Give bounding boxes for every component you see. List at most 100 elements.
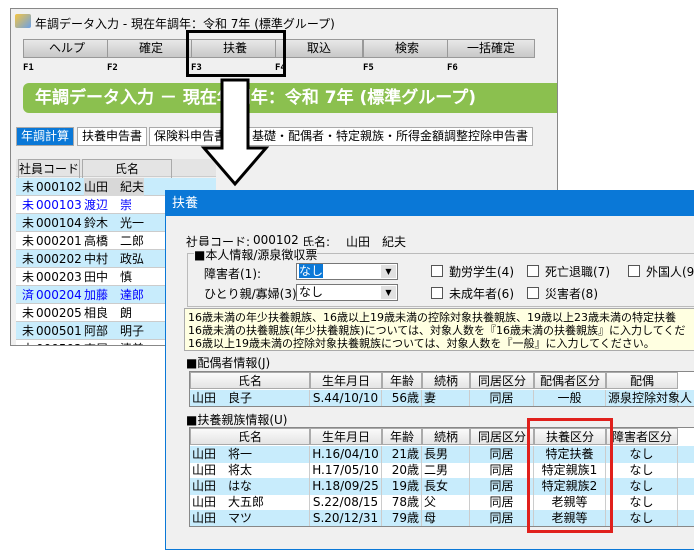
code-cell: 000201: [36, 234, 82, 248]
column-header[interactable]: 年齢: [382, 428, 422, 445]
checkbox-0[interactable]: [431, 265, 443, 277]
table-cell: 20歳: [382, 462, 422, 478]
code-cell: 000501: [36, 324, 82, 338]
toolbar-button-3[interactable]: 取込: [275, 39, 363, 58]
table-cell: なし: [606, 478, 678, 494]
tab-1[interactable]: 扶養申告書: [77, 127, 148, 146]
app-icon: [15, 14, 31, 28]
toolbar-button-5[interactable]: 一括確定: [447, 39, 535, 58]
checkbox-4[interactable]: [527, 287, 539, 299]
checkbox-1[interactable]: [527, 265, 539, 277]
disability-value: なし: [299, 264, 324, 278]
column-header[interactable]: 生年月日: [310, 372, 382, 389]
checkbox-label: 死亡退職(7): [545, 265, 610, 279]
table-cell: H.17/05/10: [310, 462, 382, 478]
disability-select[interactable]: なし ▼: [296, 263, 398, 280]
chevron-down-icon: ▼: [381, 286, 396, 299]
column-header[interactable]: 続柄: [422, 372, 470, 389]
column-header[interactable]: 続柄: [422, 428, 470, 445]
table-header: 氏名 生年月日 年齢 続柄 同居区分 扶養区分 障害者区分: [190, 428, 694, 445]
dependent-type-highlight-box: [527, 418, 613, 533]
checkbox-3[interactable]: [431, 287, 443, 299]
column-header[interactable]: 配偶: [606, 372, 678, 389]
status-cell: 未: [22, 270, 35, 284]
table-cell: 山田 将一: [190, 446, 310, 462]
name-cell: 阿部 明子: [84, 324, 145, 338]
table-cell: 19歳: [382, 478, 422, 494]
table-row[interactable]: 山田 マツ S.20/12/31 79歳母同居 老親等 なし: [190, 510, 694, 526]
spouse-table: 氏名 生年月日 年齢 続柄 同居区分 配偶者区分 配偶 山田 良子 S.44/10/10 56歳妻…: [189, 371, 694, 407]
table-cell: S.20/12/31: [310, 510, 382, 526]
table-row[interactable]: 山田 はな H.18/09/25 19歳 長女 同居 特定親族2 なし: [190, 478, 694, 495]
spouse-section-title: ■配偶者情報(J): [186, 356, 271, 370]
code-cell: 000202: [36, 252, 82, 266]
single-parent-select[interactable]: なし ▼: [296, 284, 398, 301]
employee-name: 山田 紀夫: [346, 235, 407, 249]
table-cell: 21歳: [382, 446, 422, 462]
table-cell: 同居: [470, 478, 534, 494]
table-cell: 一般: [534, 390, 606, 406]
code-cell: 000104: [36, 216, 82, 230]
table-row[interactable]: 山田 将太 H.17/05/10 20歳 二男 同居 特定親族1 なし: [190, 462, 694, 479]
code-cell: 000102: [36, 180, 82, 194]
table-cell: H.18/09/25: [310, 478, 382, 494]
table-row[interactable]: 山田 大五郎 S.22/08/15 78歳父同居 老親等 なし: [190, 494, 694, 511]
table-cell: 長男: [422, 446, 470, 462]
dependents-table: 氏名 生年月日 年齢 続柄 同居区分 扶養区分 障害者区分 山田 将一 H.16/04/10 21…: [189, 427, 694, 527]
table-cell: S.44/10/10: [310, 390, 382, 406]
code-cell: 000502: [36, 340, 82, 345]
table-cell: 妻: [422, 390, 470, 406]
table-cell: 山田 マツ: [190, 510, 310, 526]
checkbox-2[interactable]: [628, 265, 640, 277]
table-cell: 同居: [470, 446, 534, 462]
checkbox-label: 勤労学生(4): [449, 265, 514, 279]
name-cell: 高橋 二郎: [84, 234, 145, 248]
column-header[interactable]: 生年月日: [310, 428, 382, 445]
column-header[interactable]: 氏名: [190, 372, 310, 389]
column-header[interactable]: 同居区分: [470, 428, 534, 445]
table-header: 社員コード 氏名: [16, 159, 216, 179]
table-cell: なし: [606, 510, 678, 526]
status-cell: 未: [22, 324, 35, 338]
table-row[interactable]: 山田 良子 S.44/10/10 56歳妻同居 一般 源泉控除対象人: [190, 390, 694, 406]
column-header-name[interactable]: 氏名: [82, 159, 172, 179]
toolbar-button-4[interactable]: 検索: [363, 39, 451, 58]
column-header[interactable]: 障害者区分: [606, 428, 678, 445]
code-cell: 000103: [36, 198, 82, 212]
status-cell: 済: [22, 288, 35, 302]
table-cell: 同居: [470, 494, 534, 510]
dependents-section-title: ■扶養親族情報(U): [186, 413, 288, 427]
column-header[interactable]: 氏名: [190, 428, 310, 445]
column-header[interactable]: 同居区分: [470, 372, 534, 389]
table-cell: 78歳: [382, 494, 422, 510]
status-cell: 未: [22, 234, 35, 248]
note-line: 16歳未満の扶養親族(年少扶養親族)については、対象人数を『16歳未満の扶養親族…: [188, 324, 686, 337]
name-cell: 山田 紀夫: [84, 178, 145, 196]
name-cell: 渡辺 崇: [84, 198, 133, 212]
column-header[interactable]: 配偶者区分: [534, 372, 606, 389]
table-row[interactable]: 山田 将一 H.16/04/10 21歳 長男 同居 特定扶養 なし: [190, 446, 694, 463]
function-key-label: F6: [447, 63, 458, 73]
single-parent-label: ひとり親/寡婦(3):: [204, 287, 301, 301]
table-cell: 56歳: [382, 390, 422, 406]
checkbox-label: 未成年者(6): [449, 287, 514, 301]
table-cell: 山田 将太: [190, 462, 310, 478]
column-header-code[interactable]: 社員コード: [18, 159, 80, 179]
toolbar-button-1[interactable]: 確定: [107, 39, 195, 58]
table-cell: 同居: [470, 390, 534, 406]
info-note: 16歳未満の年少扶養親族、16歳以上19歳未満の控除対象扶養親族、19歳以上23…: [184, 308, 694, 351]
tab-3[interactable]: 基礎・配偶者・特定親族・所得金額調整控除申告書: [247, 127, 534, 146]
function-key-label: F5: [363, 63, 374, 73]
single-parent-value: なし: [299, 285, 324, 299]
table-cell: なし: [606, 446, 678, 462]
status-cell: 未: [22, 216, 35, 230]
function-key-label: F2: [107, 63, 118, 73]
table-cell: なし: [606, 494, 678, 510]
table-cell: 父: [422, 494, 470, 510]
checkbox-label: 災害者(8): [545, 287, 598, 301]
tab-0[interactable]: 年調計算: [16, 127, 75, 146]
dependents-dialog: 扶養 社員コード: 000102 氏名: 山田 紀夫 ■本人情報/源泉徴収票 障…: [165, 190, 694, 550]
toolbar-button-0[interactable]: ヘルプ: [23, 39, 111, 58]
table-cell: 二男: [422, 462, 470, 478]
column-header[interactable]: 年齢: [382, 372, 422, 389]
